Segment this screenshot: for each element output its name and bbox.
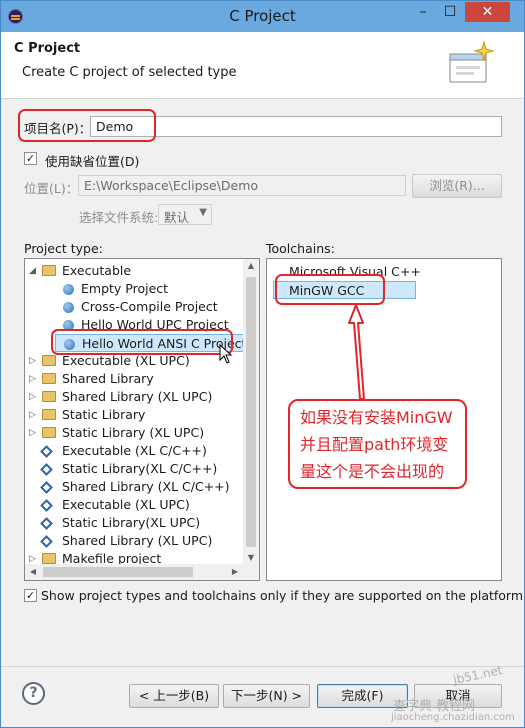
chevron-down-icon: ▼ (199, 207, 207, 218)
scroll-up-icon[interactable]: ▲ (243, 261, 259, 270)
project-type-tree[interactable]: ◢ Executable Empty Project Cross-Compile Pr… (24, 258, 260, 581)
folder-icon (42, 355, 56, 366)
annotation-line-2: 并且配置path环境变 (300, 435, 449, 454)
next-button[interactable]: 下一步(N) > (223, 684, 310, 708)
location-label: 位置(L)： (24, 181, 79, 196)
scroll-right-icon[interactable]: ▶ (227, 567, 243, 576)
project-type-horizontal-scrollbar[interactable]: ◀ ▶ (25, 564, 243, 580)
tree-item[interactable]: ▷ Static Library (25, 406, 235, 424)
show-supported-label: Show project types and toolchains only i… (41, 588, 524, 603)
expand-icon[interactable]: ▷ (29, 424, 39, 442)
tree-item-label: Empty Project (81, 281, 169, 296)
expand-icon[interactable]: ▷ (29, 406, 39, 424)
toolchains-label: Toolchains: (266, 241, 335, 256)
wizard-title: C Project (14, 41, 81, 56)
diamond-icon (40, 481, 53, 494)
collapse-icon[interactable]: ◢ (29, 262, 39, 280)
tree-item-label: Static Library (XL UPC) (62, 425, 205, 440)
annotation-line-3: 量这个是不会出现的 (300, 462, 445, 481)
tree-item[interactable]: Empty Project (25, 280, 235, 298)
dialog-window: C Project – ☐ ✕ C Project Create C proje… (0, 0, 525, 728)
scroll-thumb[interactable] (246, 277, 256, 547)
maximize-button[interactable]: ☐ (437, 2, 463, 22)
diamond-icon (40, 535, 53, 548)
wizard-header: C Project Create C project of selected t… (1, 32, 524, 99)
folder-icon (42, 265, 56, 276)
expand-icon[interactable]: ▷ (29, 370, 39, 388)
title-bar: C Project – ☐ ✕ (1, 1, 524, 32)
tree-item[interactable]: Cross-Compile Project (25, 298, 235, 316)
tree-item[interactable]: ▷ Shared Library (25, 370, 235, 388)
diamond-icon (40, 499, 53, 512)
annotation-callout: 如果没有安装MinGW 并且配置path环境变 量这个是不会出现的 (288, 399, 467, 489)
watermark-url: jiaocheng.chazidian.com (391, 712, 515, 723)
scroll-down-icon[interactable]: ▼ (243, 553, 259, 562)
annotation-line-1: 如果没有安装MinGW (300, 408, 453, 427)
project-type-vertical-scrollbar[interactable]: ▲ ▼ (243, 259, 259, 580)
highlight-mingw (275, 274, 385, 305)
show-supported-checkbox[interactable]: ✓ (24, 589, 37, 602)
folder-icon (42, 553, 56, 564)
tree-item[interactable]: Static Library(XL C/C++) (25, 460, 235, 478)
highlight-hello-world (51, 329, 233, 355)
tree-item-label: Executable (62, 263, 132, 278)
tree-item[interactable]: Executable (XL UPC) (25, 496, 235, 514)
tree-item[interactable]: Shared Library (XL UPC) (25, 532, 235, 550)
hscroll-thumb[interactable] (43, 567, 193, 577)
tree-item-label: Static Library(XL UPC) (62, 515, 201, 530)
help-icon[interactable]: ? (22, 682, 45, 705)
filesystem-select[interactable]: 默认 ▼ (158, 204, 212, 225)
tree-item-label: Executable (XL UPC) (62, 497, 190, 512)
tree-item-label: Cross-Compile Project (81, 299, 218, 314)
default-location-label: 使用缺省位置(D) (45, 154, 140, 169)
tree-item[interactable]: ▷ Shared Library (XL UPC) (25, 388, 235, 406)
tree-item-label: Shared Library (XL C/C++) (62, 479, 230, 494)
tree-item[interactable]: ◢ Executable (25, 262, 235, 280)
folder-icon (42, 427, 56, 438)
highlight-project-name (18, 109, 156, 142)
folder-icon (42, 409, 56, 420)
annotation-arrow-icon (348, 304, 365, 400)
mouse-cursor-icon (219, 344, 233, 364)
expand-icon[interactable]: ▷ (29, 388, 39, 406)
button-bar-divider (1, 666, 524, 667)
diamond-icon (40, 517, 53, 530)
wizard-description: Create C project of selected type (22, 65, 237, 80)
diamond-icon (40, 445, 53, 458)
location-input[interactable]: E:\Workspace\Eclipse\Demo (78, 175, 406, 196)
tree-item-label: Static Library(XL C/C++) (62, 461, 218, 476)
scroll-left-icon[interactable]: ◀ (25, 567, 41, 576)
browse-button[interactable]: 浏览(R)... (412, 174, 502, 198)
tree-item-label: Static Library (62, 407, 146, 422)
wizard-banner-icon (449, 40, 494, 83)
tree-item[interactable]: Static Library(XL UPC) (25, 514, 235, 532)
folder-icon (42, 391, 56, 402)
diamond-icon (40, 463, 53, 476)
circle-icon (63, 302, 74, 313)
tree-item[interactable]: Executable (XL C/C++) (25, 442, 235, 460)
minimize-button[interactable]: – (410, 2, 436, 22)
project-type-label: Project type: (24, 241, 103, 256)
folder-icon (42, 373, 56, 384)
filesystem-label: 选择文件系统: (79, 210, 159, 225)
tree-item-label: Shared Library (XL UPC) (62, 389, 213, 404)
expand-icon[interactable]: ▷ (29, 352, 39, 370)
tree-item-label: Shared Library (62, 371, 154, 386)
tree-item[interactable]: Shared Library (XL C/C++) (25, 478, 235, 496)
close-button[interactable]: ✕ (465, 2, 510, 22)
tree-item[interactable]: ▷ Static Library (XL UPC) (25, 424, 235, 442)
back-button[interactable]: < 上一步(B) (129, 684, 219, 708)
tree-item-label: Shared Library (XL UPC) (62, 533, 213, 548)
default-location-checkbox[interactable]: ✓ (24, 152, 37, 165)
filesystem-value: 默认 (164, 210, 190, 225)
circle-icon (63, 284, 74, 295)
tree-item-label: Executable (XL C/C++) (62, 443, 207, 458)
